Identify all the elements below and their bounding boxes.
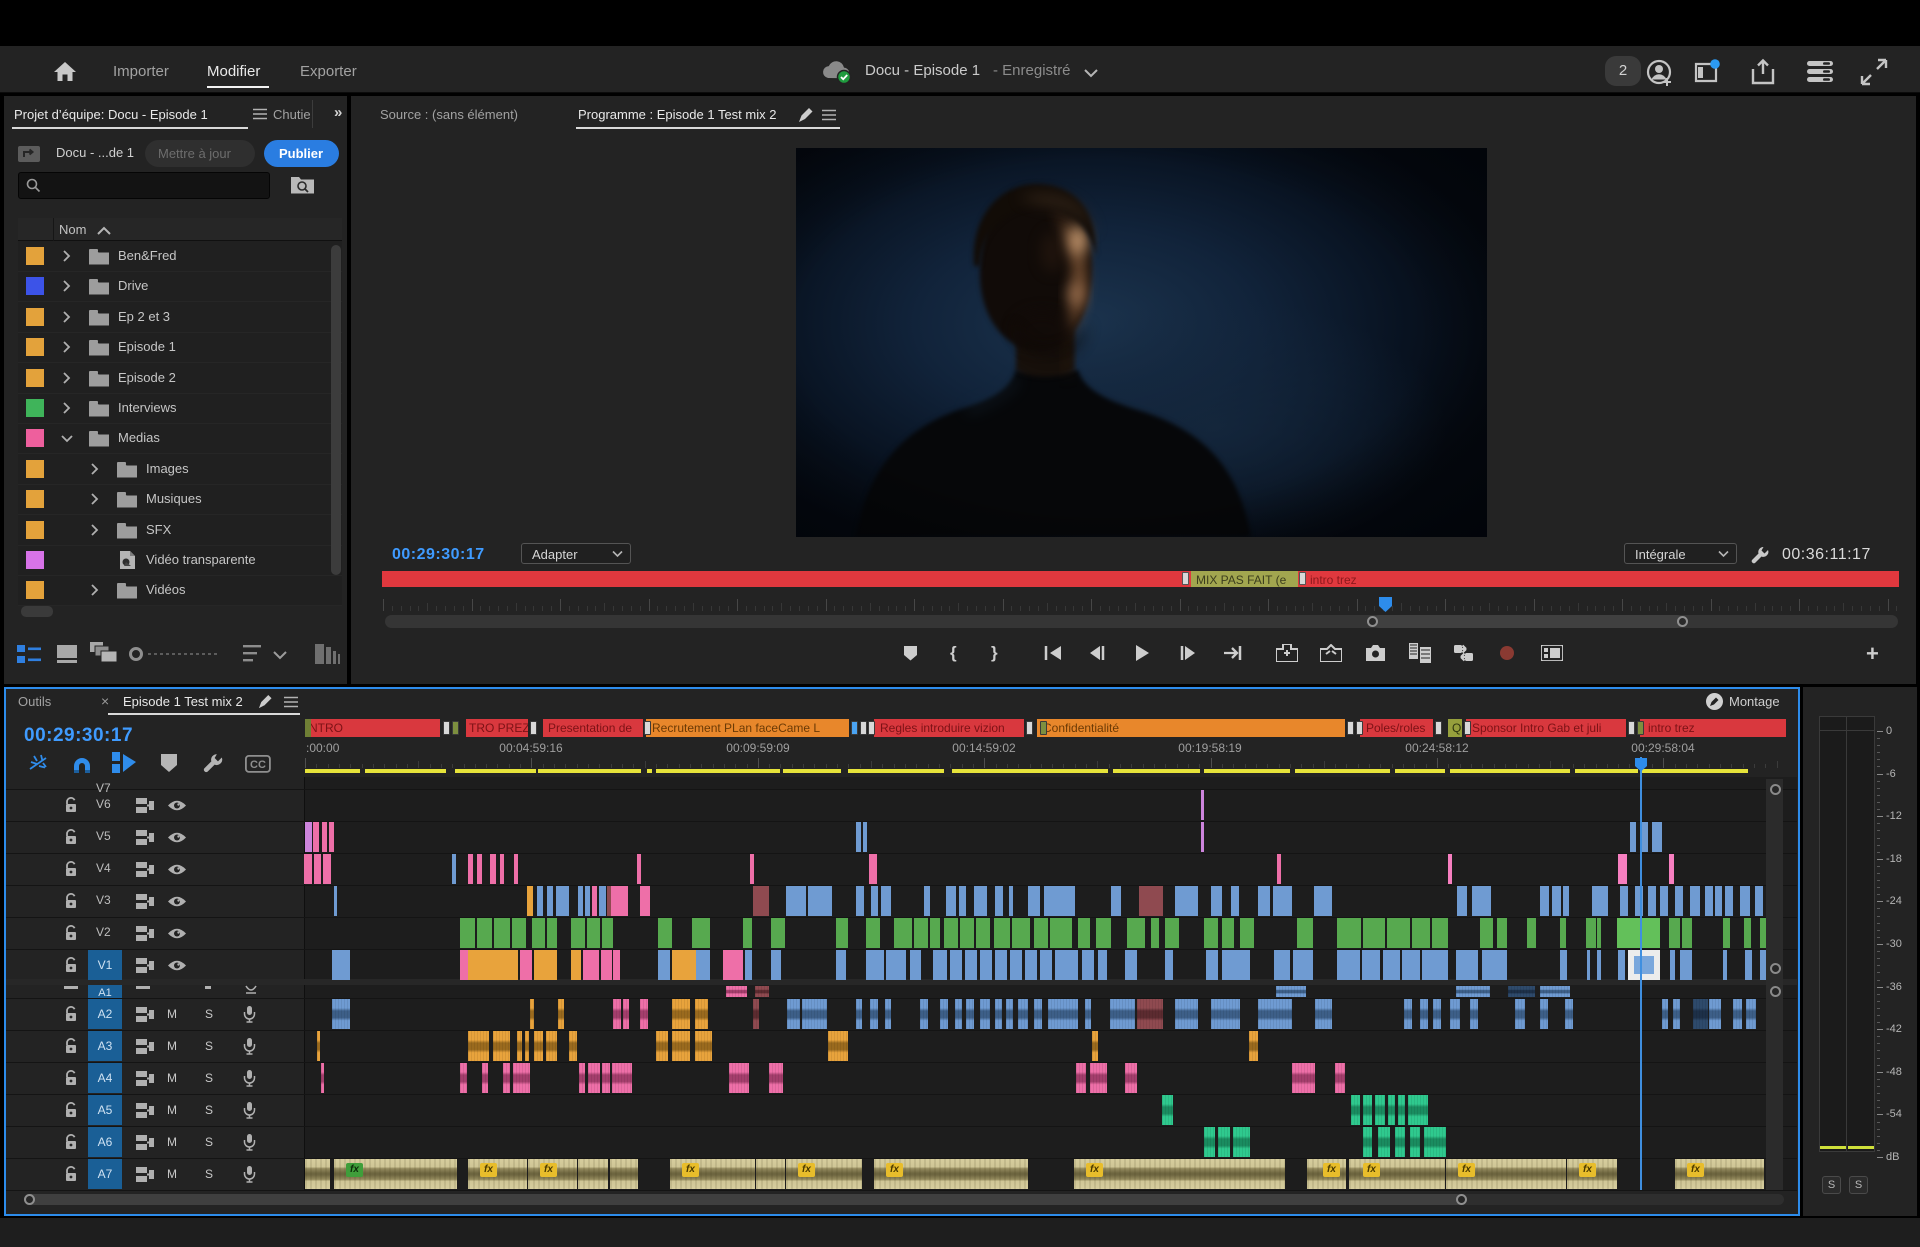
svg-text:CC: CC: [250, 759, 266, 771]
